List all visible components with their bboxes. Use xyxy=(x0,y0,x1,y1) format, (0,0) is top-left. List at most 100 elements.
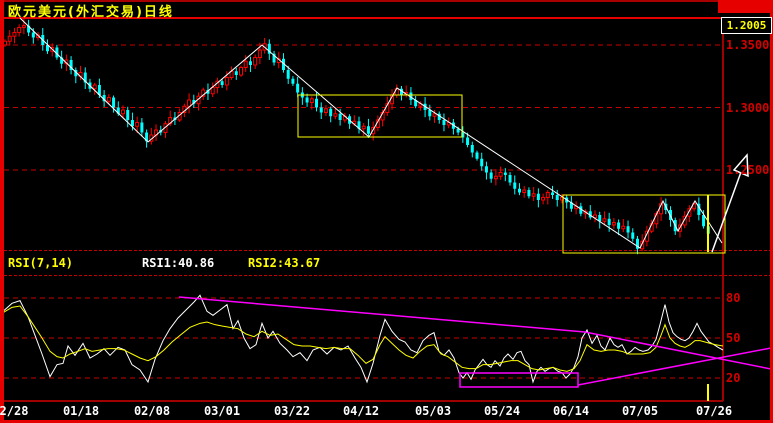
candle-up xyxy=(224,77,229,86)
candle-down xyxy=(480,158,484,167)
candle-up xyxy=(602,218,607,222)
candle-up xyxy=(12,32,17,37)
candle-down xyxy=(489,172,493,179)
candle-down xyxy=(338,113,342,120)
candle-up xyxy=(611,222,616,226)
x-axis-label: 03/22 xyxy=(273,404,311,418)
candle-down xyxy=(296,83,300,93)
candle-down xyxy=(140,122,144,133)
candle-down xyxy=(466,137,470,145)
rsi-annotations-layer xyxy=(178,296,772,388)
x-axis-label: 07/26 xyxy=(695,404,733,418)
candle-down xyxy=(617,222,621,229)
candle-up xyxy=(121,109,125,115)
candle-down xyxy=(286,70,290,79)
rsi2-value-label: RSI2:43.67 xyxy=(248,256,321,270)
candle-up xyxy=(106,97,111,102)
candle-up xyxy=(323,108,328,113)
candle-down xyxy=(475,152,479,159)
candle-up xyxy=(17,27,22,33)
candle-down xyxy=(315,98,319,108)
rsi-level-label: 20 xyxy=(726,370,741,385)
candle-up xyxy=(493,175,498,180)
candle-down xyxy=(428,110,432,117)
candle-up xyxy=(135,122,140,127)
candle-down xyxy=(248,61,252,65)
candle-down xyxy=(513,182,517,189)
window-corner-block xyxy=(718,0,773,13)
highlight-boxes-layer xyxy=(297,94,726,254)
candle-up xyxy=(187,99,192,107)
candle-up xyxy=(309,98,314,103)
candle-up xyxy=(243,60,248,68)
candle-down xyxy=(126,110,130,120)
x-axis-label: 2/28 xyxy=(0,404,29,418)
price-axis-label: 1.3500 xyxy=(726,38,770,52)
candle-up xyxy=(361,125,366,130)
candle-up xyxy=(621,225,626,230)
price-axis-label: 1.2500 xyxy=(726,163,770,177)
x-axis-label: 07/05 xyxy=(621,404,659,418)
candle-up xyxy=(92,84,97,90)
price-tag: 1.2005 xyxy=(721,17,772,34)
window-border-left xyxy=(0,0,4,423)
trendlines-layer xyxy=(19,17,723,249)
candle-up xyxy=(522,189,527,193)
x-axis-label: 05/24 xyxy=(483,404,521,418)
rsi-level-label: 50 xyxy=(726,331,741,345)
candle-up xyxy=(21,25,26,28)
chart-canvas[interactable] xyxy=(0,0,773,423)
candle-up xyxy=(253,57,258,66)
candle-up xyxy=(432,113,437,117)
candle-down xyxy=(607,218,611,225)
candle-down xyxy=(442,120,446,125)
candle-down xyxy=(470,145,474,153)
candle-down xyxy=(31,32,35,38)
candle-down xyxy=(527,190,531,197)
highlight-box xyxy=(297,94,463,138)
candle-down xyxy=(291,78,295,84)
candle-down xyxy=(319,107,323,113)
x-axis-label: 05/03 xyxy=(414,404,452,418)
candle-down xyxy=(536,193,540,200)
x-axis-label: 04/12 xyxy=(342,404,380,418)
arrow-shaft xyxy=(711,171,742,253)
candle-up xyxy=(257,49,262,58)
candle-down xyxy=(631,232,635,239)
price-axis-label: 1.3000 xyxy=(726,100,770,115)
x-axis-label: 02/08 xyxy=(133,404,171,418)
candle-down xyxy=(517,188,521,193)
candle-down xyxy=(329,108,333,117)
candle-up xyxy=(545,192,550,198)
rsi1-value-label: RSI1:40.86 xyxy=(142,256,215,270)
rsi-trendline xyxy=(577,347,772,386)
page-title: 欧元美元(外汇交易)日线 xyxy=(8,5,174,20)
candle-up xyxy=(498,172,503,177)
rsi-bottom-box xyxy=(459,372,579,388)
x-axis-label: 03/01 xyxy=(203,404,241,418)
chart-window: 欧元美元(外汇交易)日线 1.2005 1.3500 1.3000 1.2500 8… xyxy=(0,0,773,423)
candle-down xyxy=(555,195,559,200)
candle-down xyxy=(220,81,224,85)
candle-down xyxy=(234,71,238,75)
candle-down xyxy=(503,172,507,175)
candles-layer xyxy=(3,18,710,255)
candle-down xyxy=(366,126,370,134)
candle-up xyxy=(531,193,536,197)
candle-up xyxy=(333,113,338,117)
x-axis-label: 01/18 xyxy=(62,404,100,418)
rsi-indicator-label[interactable]: RSI(7,14) xyxy=(8,256,73,270)
candle-down xyxy=(508,175,512,183)
candle-down xyxy=(551,192,555,195)
rsi-level-label: 80 xyxy=(726,291,741,305)
trend-zigzag xyxy=(19,17,723,249)
candle-down xyxy=(626,226,630,233)
candle-down xyxy=(484,166,488,173)
x-axis-label: 06/14 xyxy=(552,404,590,418)
candle-up xyxy=(239,67,243,76)
candle-down xyxy=(305,97,309,103)
frame-lines-layer xyxy=(0,17,770,402)
candle-down xyxy=(112,97,116,108)
candle-up xyxy=(541,197,546,201)
candle-up xyxy=(7,35,12,42)
